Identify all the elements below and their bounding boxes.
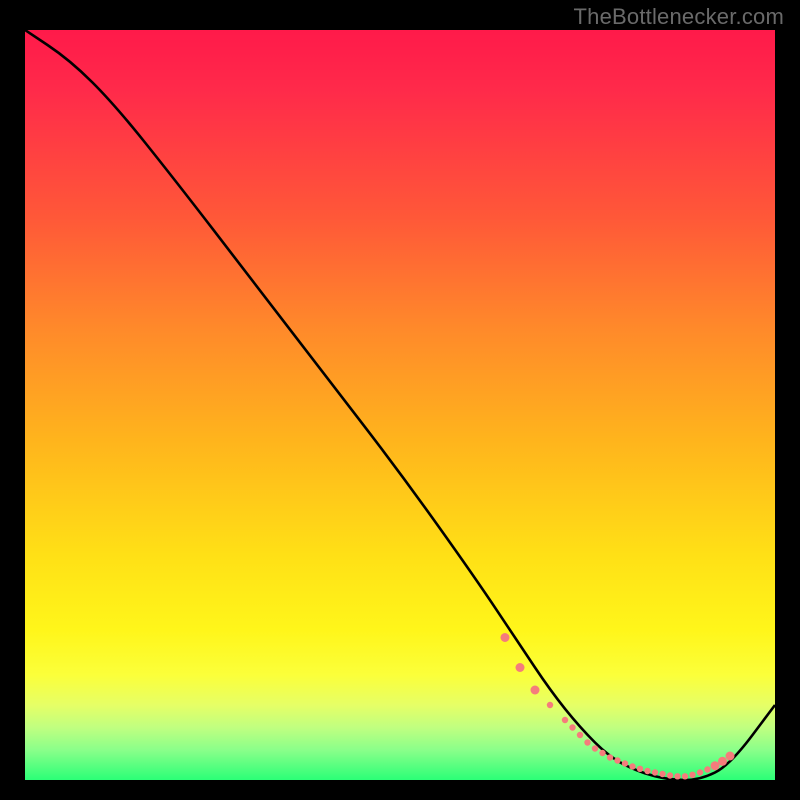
curve-marker-dot	[644, 768, 650, 774]
curve-marker-dot	[501, 633, 510, 642]
curve-marker-dot	[682, 773, 688, 779]
curve-marker-dot	[697, 769, 703, 775]
curve-marker-dot	[607, 754, 613, 760]
curve-marker-dot	[652, 769, 658, 775]
curve-marker-dot	[516, 663, 525, 672]
curve-marker-dot	[562, 717, 568, 723]
curve-marker-dot	[667, 772, 673, 778]
curve-marker-dot	[637, 766, 643, 772]
attribution-text: TheBottlenecker.com	[574, 4, 784, 30]
curve-marker-dot	[718, 757, 727, 766]
chart-svg	[25, 30, 775, 780]
curve-marker-dot	[704, 766, 710, 772]
curve-marker-dot	[569, 724, 575, 730]
chart-plot-area	[25, 30, 775, 780]
curve-marker-dot	[674, 773, 680, 779]
curve-marker-dot	[629, 763, 635, 769]
curve-marker-dot	[577, 732, 583, 738]
curve-marker-dot	[547, 702, 553, 708]
curve-marker-dot	[689, 772, 695, 778]
curve-marker-band	[501, 633, 735, 780]
curve-marker-dot	[622, 760, 628, 766]
curve-marker-dot	[614, 757, 620, 763]
curve-marker-dot	[592, 745, 598, 751]
curve-marker-dot	[531, 686, 540, 695]
curve-marker-dot	[584, 739, 590, 745]
curve-marker-dot	[659, 771, 665, 777]
curve-marker-dot	[726, 752, 735, 761]
curve-marker-dot	[711, 761, 720, 770]
bottleneck-curve-line	[25, 30, 775, 780]
curve-marker-dot	[599, 750, 605, 756]
